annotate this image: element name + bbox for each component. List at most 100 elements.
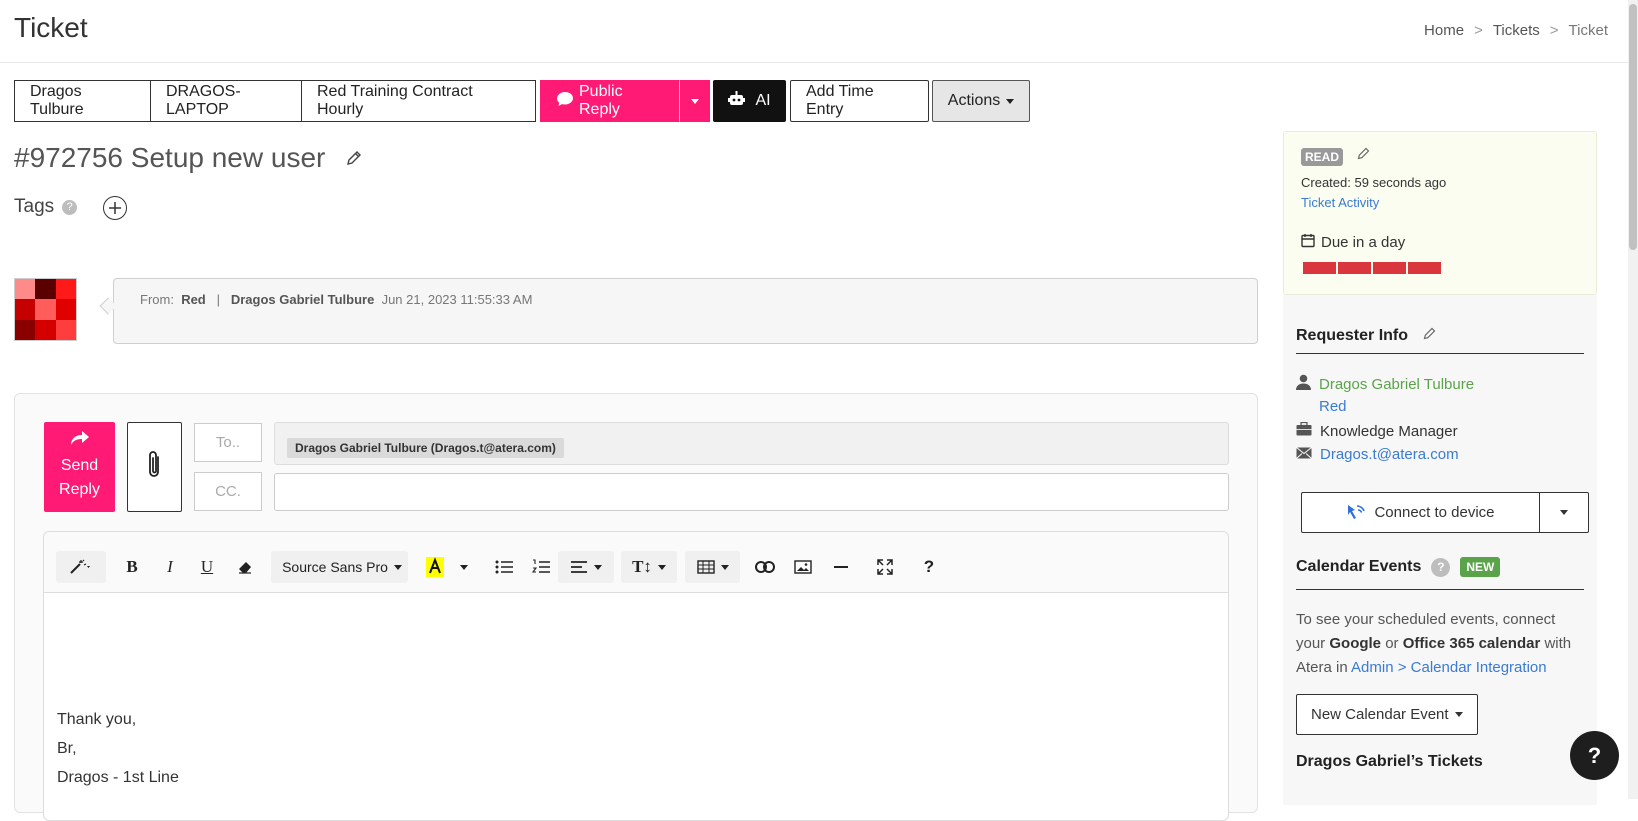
send-label-2: Reply <box>59 481 100 498</box>
font-family-label: Source Sans Pro <box>282 559 388 575</box>
fullscreen-icon[interactable] <box>873 552 897 582</box>
text-color-icon[interactable] <box>423 552 447 582</box>
editor-line: Dragos - 1st Line <box>57 769 179 786</box>
scrollbar-thumb[interactable] <box>1629 4 1637 250</box>
tags-row: Tags ? <box>14 196 78 218</box>
customer-button[interactable]: Dragos Tulbure <box>14 80 151 122</box>
ai-label: AI <box>755 92 771 109</box>
avatar-tile <box>55 299 76 320</box>
underline-icon[interactable]: U <box>195 552 219 582</box>
numbered-list-icon[interactable] <box>529 552 553 582</box>
breadcrumb-separator: > <box>1474 22 1483 39</box>
add-tag-plus-icon[interactable] <box>103 196 127 220</box>
edit-title-pencil-icon[interactable] <box>345 142 363 174</box>
bullet-list-icon[interactable] <box>492 552 516 582</box>
calendar-events-heading: Calendar Events ? NEW <box>1296 557 1501 577</box>
avatar-tile <box>35 299 56 320</box>
speech-bubble-icon <box>556 91 574 112</box>
requester-email-row: Dragos.t@atera.com <box>1296 446 1459 463</box>
editor-line: Br, <box>57 740 77 757</box>
device-button[interactable]: DRAGOS-LAPTOP <box>151 80 302 122</box>
help-question-icon[interactable]: ? <box>917 552 941 582</box>
due-date: Due in a day <box>1301 233 1405 252</box>
calendar-events-title: Calendar Events <box>1296 558 1422 575</box>
chevron-down-icon <box>1454 712 1463 717</box>
new-calendar-event-label: New Calendar Event <box>1311 706 1449 723</box>
page-header <box>0 0 1628 63</box>
created-time: Created: 59 seconds ago <box>1301 175 1447 190</box>
ai-button[interactable]: AI <box>713 80 786 122</box>
eraser-icon[interactable] <box>233 552 257 582</box>
recipient-chip[interactable]: Dragos Gabriel Tulbure (Dragos.t@atera.c… <box>287 438 564 458</box>
new-calendar-event-button[interactable]: New Calendar Event <box>1296 694 1478 735</box>
horizontal-rule-icon[interactable] <box>829 552 853 582</box>
attach-file-button[interactable] <box>127 422 182 512</box>
share-arrow-icon <box>70 431 90 450</box>
chevron-down-icon <box>721 564 729 570</box>
chevron-down-icon <box>460 564 468 570</box>
message-from-name: Dragos Gabriel Tulbure <box>230 292 375 307</box>
to-recipients-field[interactable]: Dragos Gabriel Tulbure (Dragos.t@atera.c… <box>274 422 1229 465</box>
edit-status-pencil-icon[interactable] <box>1356 146 1371 166</box>
send-reply-button[interactable]: Send Reply <box>44 422 115 512</box>
due-urgency-segment <box>1373 262 1406 274</box>
cc-button[interactable]: CC. <box>194 472 262 511</box>
requester-tickets-title: Dragos Gabriel’s Tickets <box>1296 753 1483 770</box>
italic-icon[interactable]: I <box>158 552 182 582</box>
chevron-down-icon <box>657 564 666 570</box>
calendar-integration-link[interactable]: Admin > Calendar Integration <box>1351 659 1547 676</box>
edit-requester-pencil-icon[interactable] <box>1422 326 1437 346</box>
actions-dropdown[interactable]: Actions <box>932 80 1030 122</box>
editor-body[interactable]: Thank you, Br, Dragos - 1st Line <box>57 705 179 792</box>
calendar-info-text: To see your scheduled events, connect yo… <box>1296 608 1586 680</box>
tags-help-icon[interactable]: ? <box>62 199 78 215</box>
calendar-help-icon[interactable]: ? <box>1431 557 1451 577</box>
public-reply-dropdown[interactable] <box>680 80 710 122</box>
calendar-text: or <box>1381 635 1403 652</box>
connect-to-device-button[interactable]: Connect to device <box>1302 493 1540 532</box>
contract-button[interactable]: Red Training Contract Hourly <box>302 80 536 122</box>
cc-input[interactable] <box>274 473 1229 511</box>
briefcase-icon <box>1296 421 1312 440</box>
due-urgency-segment <box>1408 262 1441 274</box>
avatar-tile <box>35 319 56 340</box>
avatar-tile <box>15 299 36 320</box>
due-urgency-segment <box>1338 262 1371 274</box>
due-urgency-bar <box>1303 262 1441 274</box>
to-button[interactable]: To.. <box>194 423 262 462</box>
avatar-tile <box>35 279 56 300</box>
chevron-down-icon <box>393 564 402 570</box>
requester-name-row: Dragos Gabriel Tulbure <box>1296 374 1474 394</box>
ticket-context-group: Dragos Tulbure DRAGOS-LAPTOP Red Trainin… <box>14 80 536 122</box>
divider <box>1296 589 1584 590</box>
ticket-title-row: #972756 Setup new user <box>14 142 363 174</box>
status-badge[interactable]: READ <box>1301 148 1344 166</box>
magic-wand-icon[interactable] <box>58 552 104 582</box>
requester-email-link[interactable]: Dragos.t@atera.com <box>1320 446 1459 463</box>
page-title: Ticket <box>14 12 88 43</box>
table-icon[interactable] <box>690 552 736 582</box>
bold-icon[interactable]: B <box>120 552 144 582</box>
public-reply-button[interactable]: Public Reply <box>540 80 680 122</box>
align-icon[interactable] <box>563 552 609 582</box>
chevron-down-icon <box>691 98 699 104</box>
requester-role: Knowledge Manager <box>1320 422 1458 440</box>
image-icon[interactable] <box>791 552 815 582</box>
ticket-action-bar: Dragos Tulbure DRAGOS-LAPTOP Red Trainin… <box>14 80 1030 122</box>
ticket-activity-link[interactable]: Ticket Activity <box>1301 195 1379 210</box>
requester-company-link[interactable]: Red <box>1319 398 1347 415</box>
editor-line: Thank you, <box>57 711 137 728</box>
font-family-select[interactable]: Source Sans Pro <box>280 552 404 582</box>
link-icon[interactable] <box>753 552 777 582</box>
breadcrumb-current: Ticket <box>1568 22 1608 39</box>
breadcrumb-home[interactable]: Home <box>1424 22 1464 39</box>
avatar-tile <box>15 319 36 340</box>
help-fab-button[interactable]: ? <box>1570 731 1619 780</box>
text-size-icon[interactable]: T↕ <box>626 552 672 582</box>
requester-name-link[interactable]: Dragos Gabriel Tulbure <box>1319 376 1474 393</box>
add-time-entry-button[interactable]: Add Time Entry <box>790 80 929 122</box>
breadcrumb-tickets[interactable]: Tickets <box>1493 22 1540 39</box>
connect-dropdown[interactable] <box>1540 493 1588 532</box>
text-color-dropdown[interactable] <box>456 552 472 582</box>
due-urgency-segment <box>1303 262 1336 274</box>
